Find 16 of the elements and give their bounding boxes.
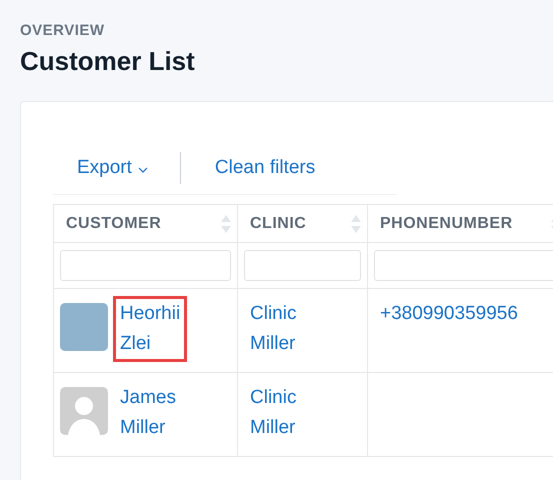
page-title: Customer List xyxy=(20,46,195,77)
column-header[interactable]: CUSTOMER xyxy=(54,204,238,242)
sort-icon xyxy=(221,214,231,234)
filter-field[interactable] xyxy=(60,250,231,281)
avatar-silhouette-icon xyxy=(60,387,108,435)
column-header[interactable]: CLINIC xyxy=(238,204,368,242)
caret-icon xyxy=(138,166,148,172)
filter-field[interactable] xyxy=(374,250,553,281)
filter-field[interactable] xyxy=(244,250,361,281)
column-header[interactable]: PHONENUMBER xyxy=(368,204,553,242)
sort-icon xyxy=(351,214,361,234)
customer-link[interactable]: Heorhii Zlei xyxy=(113,296,188,362)
export-button[interactable]: Export xyxy=(77,157,148,179)
clean-filters-button[interactable]: Clean filters xyxy=(214,157,316,179)
breadcrumb: OVERVIEW xyxy=(20,22,105,39)
photo-placeholder xyxy=(60,303,108,351)
